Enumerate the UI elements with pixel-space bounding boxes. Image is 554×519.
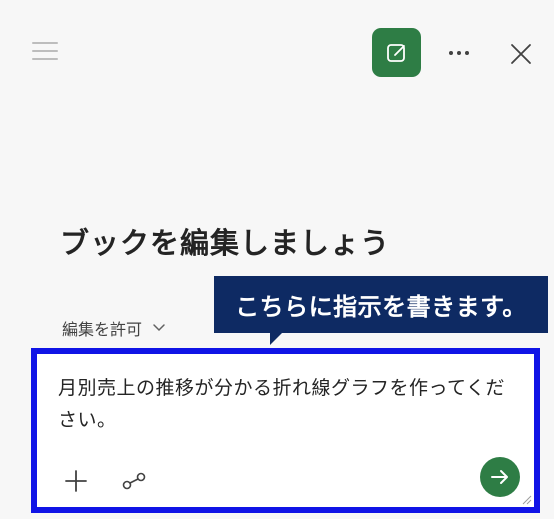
- callout-text: こちらに指示を書きます。: [235, 293, 527, 321]
- plus-icon: [65, 470, 87, 492]
- reference-button[interactable]: [119, 466, 149, 496]
- permission-dropdown[interactable]: 編集を許可: [62, 316, 166, 340]
- send-button[interactable]: [480, 457, 520, 497]
- prompt-input-box[interactable]: 月別売上の推移が分かる折れ線グラフを作ってください。: [31, 348, 540, 513]
- permission-label: 編集を許可: [62, 320, 143, 339]
- close-button[interactable]: [507, 40, 535, 68]
- close-icon: [511, 44, 531, 64]
- chevron-down-icon: [153, 324, 165, 332]
- instruction-callout: こちらに指示を書きます。: [214, 276, 548, 333]
- resize-grip-icon[interactable]: [520, 493, 532, 505]
- more-options-button[interactable]: [445, 40, 473, 66]
- page-title: ブックを編集しましょう: [60, 226, 391, 260]
- prompt-input[interactable]: 月別売上の推移が分かる折れ線グラフを作ってください。: [58, 372, 518, 436]
- more-dots-icon: [449, 51, 469, 55]
- copilot-pane: ブックを編集しましょう 編集を許可 こちらに指示を書きます。 月別売上の推移が分…: [0, 0, 554, 519]
- add-button[interactable]: [61, 466, 91, 496]
- hamburger-icon[interactable]: [32, 42, 58, 62]
- new-chat-button[interactable]: [372, 28, 421, 77]
- compose-edit-icon: [386, 43, 405, 62]
- link-reference-icon: [122, 472, 146, 490]
- callout-tail: [270, 332, 283, 345]
- send-arrow-icon: [491, 470, 508, 484]
